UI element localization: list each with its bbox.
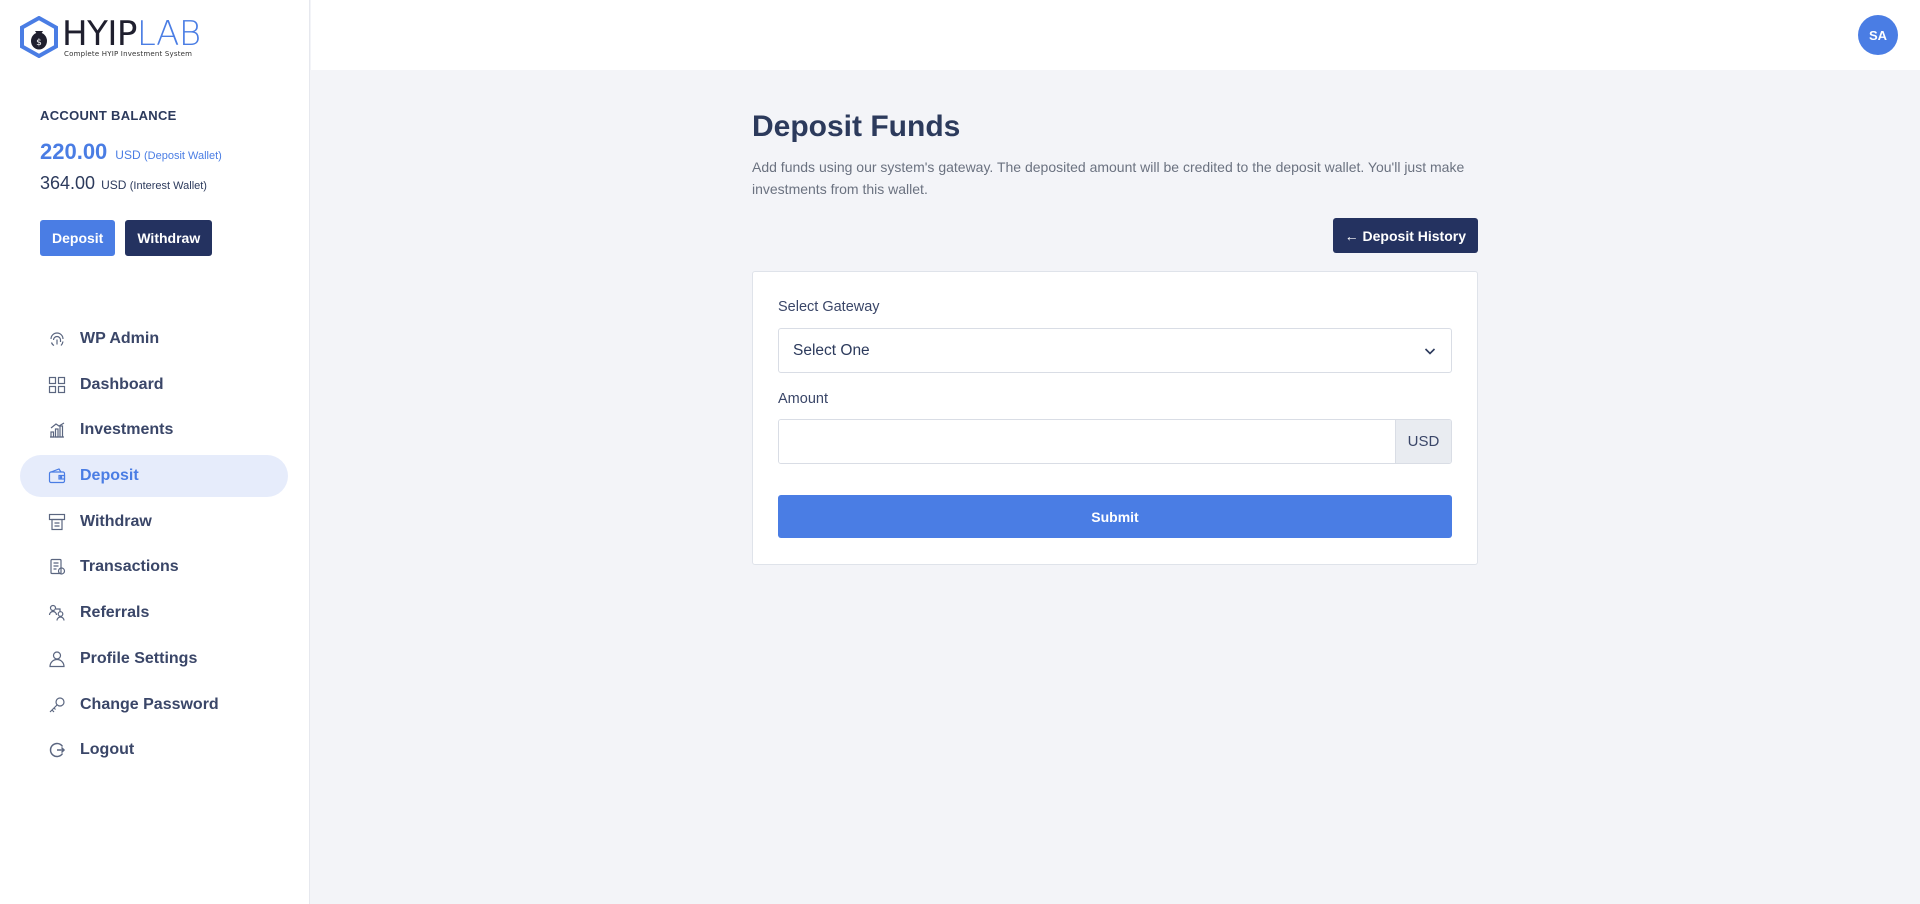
interest-wallet-row: 364.00 USD (Interest Wallet)	[40, 173, 222, 194]
logo-text: HYIPLAB Complete HYIP Investment System	[62, 16, 201, 58]
gateway-select[interactable]: Select One	[778, 328, 1452, 373]
user-avatar[interactable]: SA	[1858, 15, 1898, 55]
sidebar-item-transactions[interactable]: Transactions	[20, 546, 288, 588]
sidebar-item-logout[interactable]: Logout	[20, 729, 288, 771]
sidebar-item-referrals[interactable]: Referrals	[20, 592, 288, 634]
deposit-form-card: Select Gateway Select One Amount USD Sub…	[752, 271, 1478, 565]
sidebar-item-change-password[interactable]: Change Password	[20, 684, 288, 726]
deposit-wallet-row: 220.00 USD (Deposit Wallet)	[40, 139, 222, 165]
balance-actions: Deposit Withdraw	[40, 220, 222, 256]
deposit-button[interactable]: Deposit	[40, 220, 116, 256]
sidebar: $ HYIPLAB Complete HYIP Investment Syste…	[0, 0, 310, 904]
history-row: ← Deposit History	[752, 218, 1478, 253]
logo-word-lab: LAB	[136, 14, 201, 54]
sidebar-item-withdraw[interactable]: Withdraw	[20, 501, 288, 543]
dashboard-grid-icon	[48, 376, 66, 394]
page-title: Deposit Funds	[752, 110, 961, 143]
deposit-wallet-label: (Deposit Wallet)	[143, 150, 222, 162]
logo-hexagon-icon: $	[20, 16, 58, 58]
account-balance: ACCOUNT BALANCE 220.00 USD (Deposit Wall…	[40, 108, 222, 256]
amount-input-group: USD	[778, 419, 1452, 464]
deposit-wallet-amount: 220.00	[40, 139, 108, 164]
sidebar-item-label: WP Admin	[80, 330, 160, 347]
sidebar-item-label: Withdraw	[80, 512, 152, 530]
sidebar-item-dashboard[interactable]: Dashboard	[20, 364, 288, 406]
key-icon	[48, 696, 66, 714]
sidebar-item-label: Investments	[80, 421, 174, 439]
user-icon	[48, 650, 66, 668]
gateway-label: Select Gateway	[778, 299, 880, 315]
interest-wallet-amount: 364.00	[40, 173, 96, 193]
gateway-selected-value: Select One	[793, 341, 870, 359]
sidebar-item-label: Change Password	[80, 695, 219, 713]
submit-button[interactable]: Submit	[778, 495, 1452, 538]
deposit-wallet-currency: USD (Deposit Wallet)	[115, 148, 222, 162]
main-content: Deposit Funds Add funds using our system…	[752, 110, 1478, 565]
investments-chart-icon	[48, 421, 66, 439]
sidebar-item-investments[interactable]: Investments	[20, 409, 288, 451]
amount-input[interactable]	[779, 420, 1395, 463]
interest-wallet-label: (Interest Wallet)	[129, 180, 207, 192]
deposit-history-button[interactable]: ← Deposit History	[1332, 218, 1478, 253]
wallet-icon	[48, 467, 66, 485]
logo[interactable]: $ HYIPLAB Complete HYIP Investment Syste…	[18, 16, 201, 58]
chevron-down-icon	[1424, 347, 1436, 355]
amount-label: Amount	[778, 391, 828, 407]
sidebar-item-label: Transactions	[80, 558, 179, 576]
page-description: Add funds using our system's gateway. Th…	[752, 159, 1465, 197]
sidebar-item-label: Referrals	[80, 604, 150, 622]
withdraw-button[interactable]: Withdraw	[125, 220, 213, 256]
referrals-icon	[48, 604, 66, 622]
sidebar-item-label: Profile Settings	[80, 649, 198, 667]
sidebar-item-label: Dashboard	[80, 375, 164, 393]
sidebar-item-label: Logout	[80, 741, 135, 759]
logout-icon	[48, 741, 66, 759]
sidebar-item-wp-admin[interactable]: WP Admin	[20, 318, 288, 360]
svg-text:$: $	[36, 38, 42, 48]
sidebar-menu: WP Admin Dashboard Investments Deposit W…	[20, 318, 288, 775]
topbar: SA	[311, 0, 1920, 70]
amount-currency-addon: USD	[1395, 420, 1451, 463]
sidebar-item-label: Deposit	[80, 467, 139, 485]
logo-tagline: Complete HYIP Investment System	[64, 50, 193, 58]
sidebar-item-profile-settings[interactable]: Profile Settings	[20, 638, 288, 680]
transactions-icon	[48, 558, 66, 576]
sidebar-item-deposit[interactable]: Deposit	[20, 455, 288, 498]
logo-word-hyip: HYIP	[62, 14, 137, 54]
balance-title: ACCOUNT BALANCE	[40, 108, 177, 123]
interest-wallet-currency: USD (Interest Wallet)	[101, 178, 207, 192]
fingerprint-icon	[48, 330, 66, 348]
deposit-currency-code: USD	[115, 148, 141, 162]
atm-icon	[48, 513, 66, 531]
interest-currency-code: USD	[101, 178, 127, 192]
